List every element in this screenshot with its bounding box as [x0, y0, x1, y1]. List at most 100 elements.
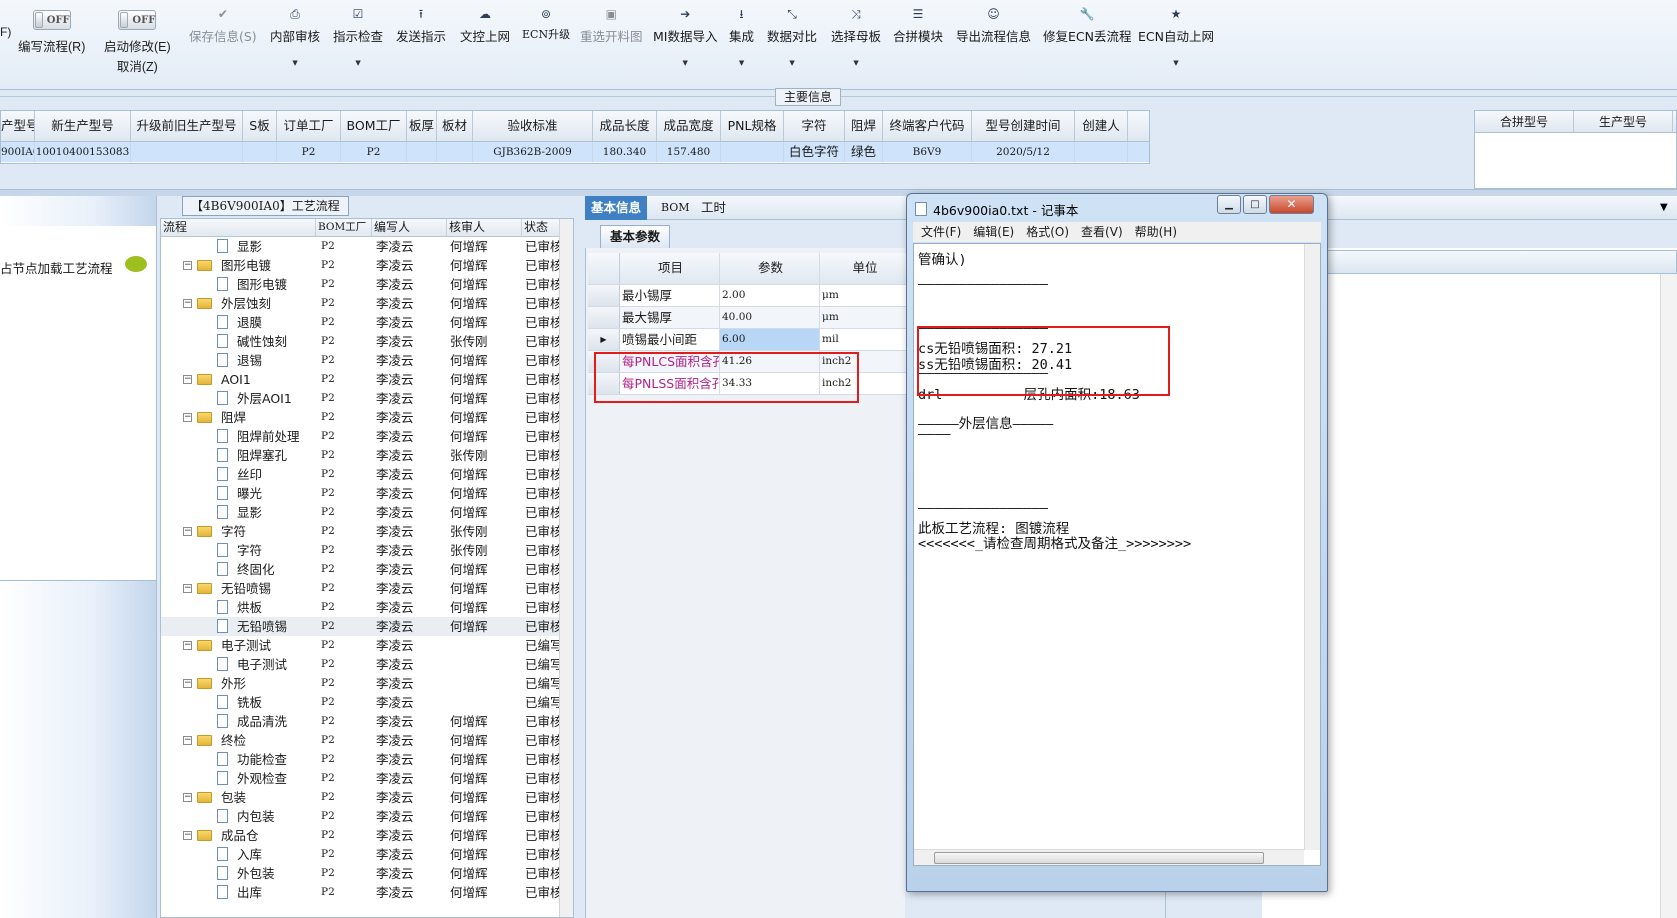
- tree-node[interactable]: 字符: [161, 541, 316, 560]
- save-info-button[interactable]: ✔ 保存信息(S): [189, 4, 257, 45]
- mi-data-import-button[interactable]: ➔ MI数据导入 ▼: [653, 4, 717, 67]
- notepad-horizontal-scrollbar[interactable]: [914, 849, 1304, 865]
- tree-row[interactable]: − 外形 P2 李凌云 已编写: [161, 674, 573, 693]
- internal-review-button[interactable]: ⎙ 内部审核 ▼: [270, 4, 320, 67]
- tree-row[interactable]: 曝光 P2 李凌云 何增辉 已审核: [161, 484, 573, 503]
- dropdown-arrow-icon[interactable]: ▼: [831, 59, 881, 67]
- main-info-header-cell[interactable]: PNL规格: [721, 111, 784, 141]
- tree-node[interactable]: − 终检: [161, 731, 316, 750]
- tree-row[interactable]: 图形电镀 P2 李凌云 何增辉 已审核: [161, 275, 573, 294]
- tree-node[interactable]: 烘板: [161, 598, 316, 617]
- tree-node[interactable]: 退膜: [161, 313, 316, 332]
- row-selector[interactable]: [588, 285, 620, 306]
- params-row[interactable]: 最大锡厚 40.00 μm: [588, 307, 908, 329]
- tree-row[interactable]: 丝印 P2 李凌云 何增辉 已审核: [161, 465, 573, 484]
- start-modify-toggle[interactable]: OFF: [118, 10, 157, 30]
- collapse-icon[interactable]: −: [183, 641, 192, 650]
- writer-column-header[interactable]: 编写人: [372, 219, 447, 236]
- collapse-icon[interactable]: −: [183, 261, 192, 270]
- menu-file[interactable]: 文件(F): [921, 222, 961, 242]
- select-all-corner[interactable]: [588, 253, 620, 284]
- tree-row[interactable]: 退锡 P2 李凌云 何增辉 已审核: [161, 351, 573, 370]
- process-flow-tab[interactable]: 【4B6V900IA0】工艺流程: [182, 196, 349, 216]
- main-info-header-cell[interactable]: 成品长度: [593, 111, 657, 141]
- params-value-cell[interactable]: 40.00: [720, 307, 820, 328]
- params-header-cell[interactable]: 参数: [720, 253, 820, 284]
- tree-node[interactable]: 阻焊塞孔: [161, 446, 316, 465]
- close-button[interactable]: ✕: [1269, 195, 1314, 214]
- tree-scrollbar[interactable]: [559, 219, 573, 917]
- tree-node[interactable]: 外观检查: [161, 769, 316, 788]
- collapse-icon[interactable]: −: [183, 831, 192, 840]
- tree-node[interactable]: 入库: [161, 845, 316, 864]
- edit-flow-toggle[interactable]: OFF: [32, 10, 71, 30]
- tree-node[interactable]: − 包装: [161, 788, 316, 807]
- collapse-icon[interactable]: −: [183, 736, 192, 745]
- main-info-header-cell[interactable]: 新生产型号: [35, 111, 131, 141]
- main-info-header-cell[interactable]: 成品宽度: [657, 111, 721, 141]
- tree-row[interactable]: 成品清洗 P2 李凌云 何增辉 已审核: [161, 712, 573, 731]
- tree-node[interactable]: − 字符: [161, 522, 316, 541]
- tree-row[interactable]: 显影 P2 李凌云 何增辉 已审核: [161, 237, 573, 256]
- params-header-cell[interactable]: 单位: [820, 253, 908, 284]
- tab-bom[interactable]: BOM: [655, 196, 696, 220]
- tree-node[interactable]: 成品清洗: [161, 712, 316, 731]
- select-mother-board-button[interactable]: ⤨ 选择母板 ▼: [831, 4, 881, 67]
- collapse-icon[interactable]: −: [183, 584, 192, 593]
- main-info-header-cell[interactable]: 板材: [437, 111, 473, 141]
- tree-node[interactable]: 图形电镀: [161, 275, 316, 294]
- production-model-header[interactable]: 生产型号: [1574, 111, 1673, 132]
- tree-node[interactable]: 退锡: [161, 351, 316, 370]
- menu-view[interactable]: 查看(V): [1081, 222, 1123, 242]
- checker-column-header[interactable]: 核审人: [447, 219, 522, 236]
- dropdown-arrow-icon[interactable]: ▼: [767, 59, 817, 67]
- main-info-header-cell[interactable]: 终端客户代码: [883, 111, 972, 141]
- ecn-upgrade-button[interactable]: ⊚ ECN升级: [522, 4, 570, 42]
- main-info-header-cell[interactable]: 订单工厂: [277, 111, 341, 141]
- collapse-icon[interactable]: −: [183, 793, 192, 802]
- current-row-indicator-icon[interactable]: ▶: [588, 329, 620, 350]
- tree-node[interactable]: 铣板: [161, 693, 316, 712]
- tree-row[interactable]: 外包装 P2 李凌云 何增辉 已审核: [161, 864, 573, 883]
- tree-node[interactable]: 功能检查: [161, 750, 316, 769]
- tree-node[interactable]: 外层AOI1: [161, 389, 316, 408]
- bom-factory-column-header[interactable]: BOM工厂: [316, 219, 372, 236]
- cancel-label[interactable]: 取消(Z): [104, 56, 171, 75]
- collapse-icon[interactable]: −: [183, 527, 192, 536]
- tree-row[interactable]: 烘板 P2 李凌云 何增辉 已审核: [161, 598, 573, 617]
- tree-node[interactable]: − 无铅喷锡: [161, 579, 316, 598]
- dropdown-arrow-icon[interactable]: ▼: [270, 59, 320, 67]
- send-instruction-button[interactable]: ⭱ 发送指示: [396, 4, 446, 45]
- menu-edit[interactable]: 编辑(E): [973, 222, 1014, 242]
- tree-node[interactable]: − 外层蚀刻: [161, 294, 316, 313]
- tree-row[interactable]: 显影 P2 李凌云 何增辉 已审核: [161, 503, 573, 522]
- params-row[interactable]: ▶ 喷锡最小间距 6.00 mil: [588, 329, 908, 351]
- tree-row[interactable]: − 无铅喷锡 P2 李凌云 何增辉 已审核: [161, 579, 573, 598]
- collapse-icon[interactable]: −: [183, 413, 192, 422]
- tree-row[interactable]: 终固化 P2 李凌云 何增辉 已审核: [161, 560, 573, 579]
- minimize-button[interactable]: ▁: [1217, 195, 1241, 214]
- dropdown-arrow-icon[interactable]: ▼: [653, 59, 717, 67]
- main-info-header-cell[interactable]: 验收标准: [473, 111, 593, 141]
- tree-row[interactable]: 阻焊塞孔 P2 李凌云 张传刚 已审核: [161, 446, 573, 465]
- menu-help[interactable]: 帮助(H): [1135, 222, 1177, 242]
- main-info-header-cell[interactable]: 产型号: [1, 111, 35, 141]
- tree-node[interactable]: 阻焊前处理: [161, 427, 316, 446]
- main-info-header-cell[interactable]: 升级前旧生产型号: [131, 111, 243, 141]
- tree-row[interactable]: − 电子测试 P2 李凌云 已编写: [161, 636, 573, 655]
- main-info-header-cell[interactable]: BOM工厂: [341, 111, 407, 141]
- maximize-button[interactable]: □: [1243, 195, 1267, 214]
- collapse-icon[interactable]: −: [183, 375, 192, 384]
- params-value-cell[interactable]: 6.00: [720, 329, 820, 350]
- tree-node[interactable]: 出库: [161, 883, 316, 902]
- data-compare-button[interactable]: ⤡ 数据对比 ▼: [767, 4, 817, 67]
- tree-row[interactable]: 内包装 P2 李凌云 何增辉 已审核: [161, 807, 573, 826]
- params-row[interactable]: 最小锡厚 2.00 μm: [588, 285, 908, 307]
- tree-node[interactable]: 碱性蚀刻: [161, 332, 316, 351]
- tree-row[interactable]: − 图形电镀 P2 李凌云 何增辉 已审核: [161, 256, 573, 275]
- chat-bubble-icon[interactable]: [125, 256, 147, 272]
- scroll-thumb[interactable]: [934, 852, 1264, 864]
- flow-column-header[interactable]: 流程: [161, 219, 316, 236]
- params-value-cell[interactable]: 2.00: [720, 285, 820, 306]
- tab-labor-hours[interactable]: 工时: [695, 196, 732, 220]
